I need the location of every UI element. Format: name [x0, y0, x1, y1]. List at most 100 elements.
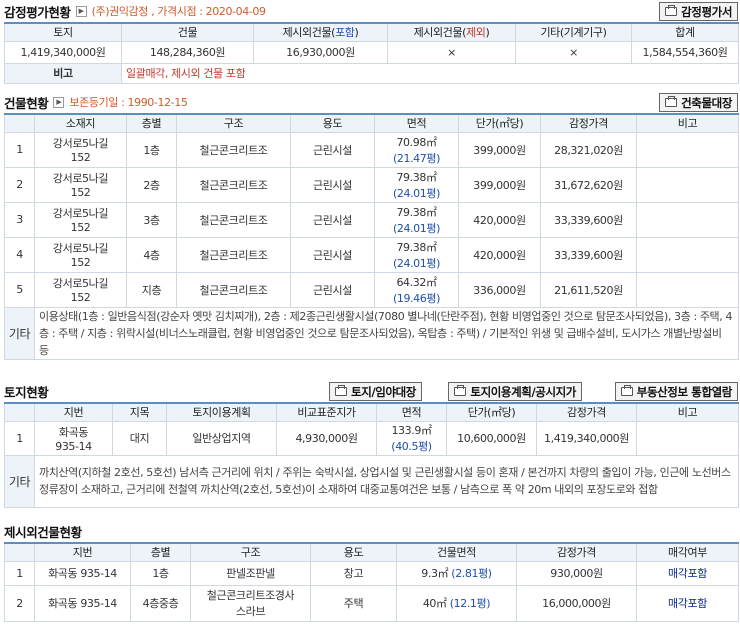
area-pyeong: (40.5평) — [391, 440, 432, 453]
row-floor: 지층 — [126, 271, 177, 308]
appraisal-header: 감정평가현황 ▶ (주)권익감정 , 가격시점 : 2020-04-09 감정평… — [4, 0, 738, 22]
header-total: 합계 — [631, 22, 739, 42]
row-lot: 화곡동 935-14 — [34, 560, 131, 586]
col-lot: 지번 — [34, 402, 113, 422]
col-location: 소재지 — [34, 113, 127, 133]
row-no: 1 — [4, 420, 35, 456]
col-category: 지목 — [112, 402, 167, 422]
header-building: 건물 — [121, 22, 254, 42]
row-no: 2 — [4, 584, 35, 622]
value-extra-incl: 16,930,000원 — [253, 40, 388, 64]
row-std-price: 4,930,000원 — [276, 420, 377, 456]
lot-line1: 화곡동 — [58, 425, 89, 439]
row-area: 64.32㎡ (19.46평) — [374, 271, 459, 308]
row-use: 근린시설 — [290, 201, 375, 238]
folder-icon — [665, 96, 678, 107]
area-sqm: 79.38㎡ — [396, 240, 437, 254]
land-register-button[interactable]: 토지/임야대장 — [329, 382, 422, 401]
land-section: 토지현황 토지/임야대장 토지이용계획/공시지가 부동산정보 통합열람 지번 지… — [4, 380, 739, 508]
col-price: 감정가격 — [536, 402, 637, 422]
col-remark: 비고 — [636, 113, 739, 133]
building-etc-row: 기타 이용상태(1층 : 일반음식점(강순자 옛맛 김치찌개), 2층 : 제2… — [4, 306, 739, 360]
appraisal-subtitle: (주)권익감정 , 가격시점 : 2020-04-09 — [91, 5, 266, 18]
row-price: 31,672,620원 — [540, 166, 637, 203]
row-price: 33,339,600원 — [540, 236, 637, 273]
row-no: 3 — [4, 201, 35, 238]
row-lot: 화곡동 935-14 — [34, 420, 113, 456]
row-lot: 화곡동 935-14 — [34, 584, 131, 622]
col-unit-price: 단가(㎡당) — [458, 113, 541, 133]
row-sale-status: 매각포함 — [636, 584, 739, 622]
row-no: 1 — [4, 560, 35, 586]
area-sqm: 70.98㎡ — [396, 135, 437, 149]
area-pyeong: (24.01평) — [393, 256, 440, 270]
arrow-right-icon[interactable]: ▶ — [75, 5, 87, 17]
folder-icon — [335, 385, 348, 396]
area-sqm: 64.32㎡ — [396, 275, 437, 289]
row-sale-status: 매각포함 — [636, 560, 739, 586]
row-price: 1,419,340,000원 — [536, 420, 637, 456]
value-machine: × — [515, 40, 632, 64]
appraisal-report-button[interactable]: 감정평가서 — [659, 2, 738, 21]
row-structure: 철근콘크리트조 — [176, 131, 291, 168]
row-unit-price: 10,600,000원 — [446, 420, 537, 456]
header-extra-incl-b: 포함 — [335, 26, 355, 40]
realestate-info-button[interactable]: 부동산정보 통합열람 — [614, 382, 738, 401]
row-use: 창고 — [310, 560, 397, 586]
row-floor: 3층 — [126, 201, 177, 238]
col-area: 면적 — [376, 402, 447, 422]
row-land-plan: 일반상업지역 — [166, 420, 277, 456]
row-location: 강서로5나길 152 — [34, 131, 127, 168]
header-extra-excl: 제시외건물(제외) — [387, 22, 516, 42]
col-remark: 비고 — [636, 402, 739, 422]
col-floor: 층별 — [126, 113, 177, 133]
col-area: 면적 — [374, 113, 459, 133]
value-extra-excl: × — [387, 40, 516, 64]
note-label: 비고 — [4, 62, 122, 84]
row-use: 근린시설 — [290, 166, 375, 203]
location-line1: 강서로5나길 — [52, 137, 109, 150]
note-text: 일괄매각, 제시외 건물 포함 — [121, 62, 739, 84]
row-area: 70.98㎡ (21.47평) — [374, 131, 459, 168]
location-line2: 152 — [70, 256, 91, 269]
location-line2: 152 — [70, 221, 91, 234]
row-floor: 4층중층 — [130, 584, 191, 622]
row-remark — [636, 420, 739, 456]
col-use: 용도 — [290, 113, 375, 133]
arrow-right-icon[interactable]: ▶ — [53, 96, 65, 108]
row-remark — [636, 236, 739, 273]
header-extra-incl-a: 제시외건물( — [282, 26, 336, 40]
row-unit-price: 336,000원 — [458, 271, 541, 308]
row-floor: 2층 — [126, 166, 177, 203]
building-register-button[interactable]: 건축물대장 — [659, 93, 738, 112]
row-use: 근린시설 — [290, 236, 375, 273]
folder-icon — [665, 5, 678, 16]
row-use: 근린시설 — [290, 271, 375, 308]
header-land: 토지 — [4, 22, 122, 42]
area-pyeong: (21.47평) — [393, 151, 440, 165]
land-header: 토지현황 토지/임야대장 토지이용계획/공시지가 부동산정보 통합열람 — [4, 380, 738, 402]
building-table: 소재지 층별 구조 용도 면적 단가(㎡당) 감정가격 비고 1 강서로5나길 1… — [4, 113, 739, 360]
col-no — [4, 113, 35, 133]
table-row: 1 화곡동 935-14 대지 일반상업지역 4,930,000원 133.9㎡ (… — [4, 420, 739, 456]
realestate-info-label: 부동산정보 통합열람 — [636, 384, 733, 399]
etc-text: 이용상태(1층 : 일반음식점(강순자 옛맛 김치찌개), 2층 : 제2종근린… — [34, 306, 739, 360]
row-price: 930,000원 — [516, 560, 637, 586]
appraisal-report-label: 감정평가서 — [681, 4, 732, 19]
row-price: 33,339,600원 — [540, 201, 637, 238]
row-unit-price: 420,000원 — [458, 236, 541, 273]
table-row: 3 강서로5나길 152 3층 철근콘크리트조 근린시설 79.38㎡ (24.01… — [4, 201, 739, 238]
building-register-label: 건축물대장 — [681, 95, 732, 110]
area-sqm: 79.38㎡ — [396, 170, 437, 184]
header-extra-incl: 제시외건물(포함) — [253, 22, 388, 42]
etc-text: 까치산역(지하철 2호선, 5호선) 남서측 근거리에 위치 / 주위는 숙박시… — [34, 454, 739, 508]
row-no: 4 — [4, 236, 35, 273]
folder-icon — [454, 385, 467, 396]
land-use-plan-button[interactable]: 토지이용계획/공시지가 — [448, 382, 582, 401]
land-register-label: 토지/임야대장 — [351, 384, 416, 399]
area-pyeong: (24.01평) — [393, 221, 440, 235]
row-area: 79.38㎡ (24.01평) — [374, 201, 459, 238]
extra-building-section: 제시외건물현황 지번 층별 구조 용도 건물면적 감정가격 매각여부 1 화곡동… — [4, 520, 739, 622]
row-area: 79.38㎡ (24.01평) — [374, 166, 459, 203]
etc-label: 기타 — [4, 306, 35, 360]
